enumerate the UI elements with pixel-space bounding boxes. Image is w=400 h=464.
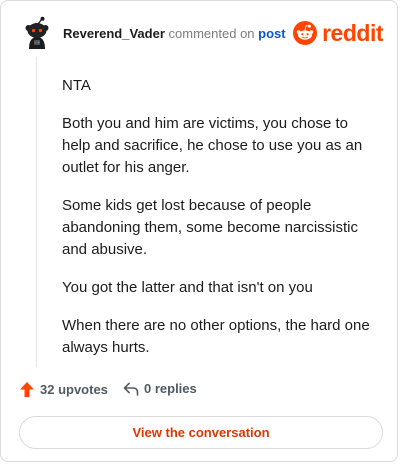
thread-line (36, 57, 37, 367)
comment-actions: 32 upvotes 0 replies (19, 381, 383, 403)
author-name[interactable]: Reverend_Vader (63, 26, 165, 41)
comment-meta: Reverend_Vader commented on post (63, 26, 286, 42)
comment-header: Reverend_Vader commented on post reddit (19, 15, 383, 51)
reddit-brand[interactable]: reddit (293, 19, 383, 47)
action-text: commented on (168, 26, 255, 41)
embedded-comment-card: Reverend_Vader commented on post reddit … (0, 0, 398, 462)
reply-arrow-icon (123, 382, 139, 396)
comment-paragraph: Some kids get lost because of people aba… (62, 197, 358, 258)
upvote-button[interactable]: 32 upvotes (19, 381, 108, 398)
comment-paragraph: Both you and him are victims, you chose … (62, 115, 363, 176)
upvote-count: 32 upvotes (40, 382, 108, 397)
upvote-arrow-icon (20, 382, 34, 397)
reddit-logo-icon (293, 21, 318, 45)
brand-wordmark: reddit (322, 19, 383, 46)
comment-body: NTA Both you and him are victims, you ch… (62, 75, 374, 375)
user-avatar[interactable] (19, 15, 55, 51)
comment-paragraph: When there are no other options, the har… (62, 317, 370, 356)
view-conversation-button[interactable]: View the conversation (19, 416, 383, 449)
comment-paragraph: You got the latter and that isn't on you (62, 279, 313, 296)
replies-button[interactable]: 0 replies (123, 381, 197, 396)
post-link[interactable]: post (258, 26, 285, 41)
reply-count: 0 replies (144, 381, 197, 396)
comment-paragraph: NTA (62, 77, 91, 94)
snoo-avatar-icon (19, 15, 55, 51)
